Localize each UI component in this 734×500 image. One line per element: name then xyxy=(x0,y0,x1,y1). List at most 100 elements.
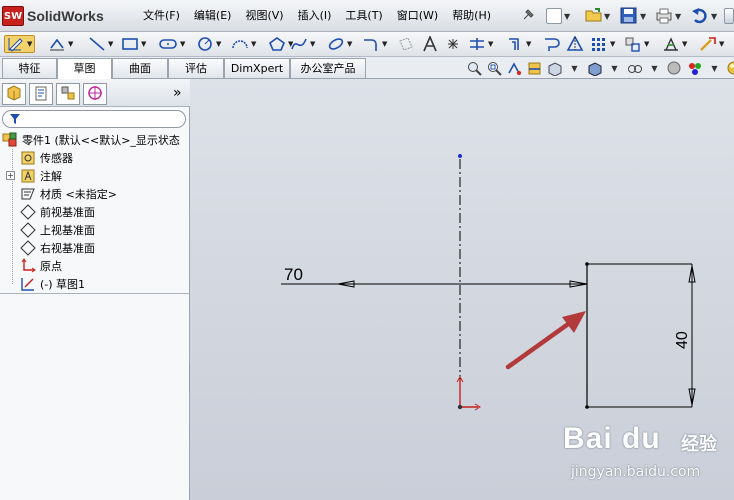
circle-button[interactable]: ▼ xyxy=(196,35,221,53)
mirror-icon xyxy=(566,36,584,52)
arc-button[interactable]: ▼ xyxy=(231,35,256,53)
solidworks-logo-icon: SW xyxy=(2,6,24,26)
menu-window[interactable]: 窗口(W) xyxy=(390,5,445,27)
spline-button[interactable]: ▼ xyxy=(290,35,315,53)
tab-evaluate[interactable]: 评估 xyxy=(168,58,224,78)
material-node[interactable]: 材质 <未指定> xyxy=(0,185,190,203)
new-document-icon[interactable] xyxy=(546,8,562,24)
configuration-manager-tab[interactable] xyxy=(56,83,80,105)
part-node[interactable]: 零件1 (默认<<默认>_显示状态 xyxy=(0,131,190,149)
hide-show-dropdown-icon[interactable]: ▼ xyxy=(646,60,663,77)
point-button[interactable] xyxy=(446,35,460,53)
chevron-down-icon: ▼ xyxy=(488,40,494,48)
menu-insert[interactable]: 插入(I) xyxy=(291,5,339,27)
menu-file[interactable]: 文件(F) xyxy=(136,5,187,27)
expand-toggle[interactable]: + xyxy=(6,171,15,180)
relations-button[interactable]: ▼ xyxy=(662,35,687,53)
trim-button[interactable]: ▼ xyxy=(468,35,493,53)
sketch-drawing: 70 40 xyxy=(281,154,696,411)
apply-scene-icon[interactable] xyxy=(686,60,703,77)
display-style-icon[interactable] xyxy=(586,60,603,77)
feature-filter-input[interactable] xyxy=(2,110,186,128)
ellipse-icon xyxy=(327,36,345,52)
view-orientation-dropdown-icon[interactable]: ▼ xyxy=(566,60,583,77)
print-dropdown-icon[interactable]: ▼ xyxy=(675,12,681,21)
apply-scene-dropdown-icon[interactable]: ▼ xyxy=(706,60,723,77)
right-plane-node[interactable]: 右视基准面 xyxy=(0,239,190,257)
offset-button[interactable]: ▼ xyxy=(506,35,531,53)
tab-dimxpert[interactable]: DimXpert xyxy=(224,58,290,78)
top-plane-node[interactable]: 上视基准面 xyxy=(0,221,190,239)
sketch-text-icon xyxy=(422,36,438,52)
chevron-down-icon: ▼ xyxy=(27,40,33,48)
previous-view-icon[interactable] xyxy=(506,60,523,77)
chevron-down-icon: ▼ xyxy=(216,40,222,48)
sketch-toolbar: ▼ ▼ ▼ ▼ ▼ ▼ ▼ ▼ ▼ ▼ ▼ ▼ ▼ ▼ ▼ ▼ ▼ xyxy=(0,32,734,57)
rebuild-icon[interactable] xyxy=(724,8,734,24)
new-dropdown-icon[interactable]: ▼ xyxy=(564,12,570,21)
quick-snaps-button[interactable]: ▼ xyxy=(699,35,724,53)
graphics-area[interactable]: 70 40 xyxy=(190,79,734,500)
menu-view[interactable]: 视图(V) xyxy=(238,5,290,27)
sketch-vertex[interactable] xyxy=(585,262,589,266)
undo-icon[interactable] xyxy=(691,7,709,27)
fillet-button[interactable]: ▼ xyxy=(362,35,387,53)
save-icon[interactable] xyxy=(620,7,637,27)
feature-manager-tab[interactable] xyxy=(2,83,26,105)
filter-funnel-icon xyxy=(9,113,21,128)
sketch-vertex[interactable] xyxy=(585,405,589,409)
property-manager-tab[interactable] xyxy=(29,83,53,105)
collapse-panel-button[interactable]: » xyxy=(173,85,182,101)
origin-icon xyxy=(20,258,36,274)
annotations-node[interactable]: + 注解 xyxy=(0,167,190,185)
chevron-down-icon: ▼ xyxy=(310,40,316,48)
chevron-down-icon: ▼ xyxy=(180,40,186,48)
tab-features[interactable]: 特征 xyxy=(2,58,57,78)
menu-tools[interactable]: 工具(T) xyxy=(338,5,389,27)
mirror-button[interactable] xyxy=(566,35,584,53)
hide-show-items-icon[interactable] xyxy=(626,60,643,77)
slot-button[interactable]: ▼ xyxy=(158,35,185,53)
linear-pattern-button[interactable]: ▼ xyxy=(590,35,615,53)
open-dropdown-icon[interactable]: ▼ xyxy=(604,12,610,21)
menu-edit[interactable]: 编辑(E) xyxy=(187,5,239,27)
offset-entities-icon xyxy=(506,36,524,52)
convert-entities-button[interactable] xyxy=(543,35,561,53)
open-folder-icon[interactable] xyxy=(585,7,603,26)
app-logo[interactable]: SW SolidWorks xyxy=(2,5,104,27)
right-plane-label: 右视基准面 xyxy=(40,242,95,255)
sketch-node[interactable]: (-) 草图1 xyxy=(0,275,190,293)
dimension-value-vertical[interactable]: 40 xyxy=(674,331,691,349)
edit-appearance-icon[interactable] xyxy=(666,60,683,77)
sketch-button[interactable]: ▼ xyxy=(4,35,36,53)
zoom-to-area-icon[interactable] xyxy=(486,60,503,77)
menu-help[interactable]: 帮助(H) xyxy=(445,5,498,27)
dimension-value-horizontal[interactable]: 70 xyxy=(284,265,303,284)
rectangle-button[interactable]: ▼ xyxy=(121,35,146,53)
origin-node[interactable]: 原点 xyxy=(0,257,190,275)
view-settings-icon[interactable] xyxy=(726,60,734,77)
plane-button[interactable] xyxy=(398,35,414,53)
smart-dimension-button[interactable]: ▼ xyxy=(48,35,73,53)
centerline-endpoint[interactable] xyxy=(458,154,462,158)
app-title: SolidWorks xyxy=(27,8,104,24)
text-button[interactable] xyxy=(422,35,438,53)
zoom-to-fit-icon[interactable] xyxy=(466,60,483,77)
undo-dropdown-icon[interactable]: ▼ xyxy=(711,12,717,21)
tab-surfaces[interactable]: 曲面 xyxy=(112,58,168,78)
sensors-node[interactable]: 传感器 xyxy=(0,149,190,167)
display-style-dropdown-icon[interactable]: ▼ xyxy=(606,60,623,77)
tab-sketch[interactable]: 草图 xyxy=(57,58,112,79)
save-dropdown-icon[interactable]: ▼ xyxy=(640,12,646,21)
print-icon[interactable] xyxy=(655,7,673,27)
view-orientation-icon[interactable] xyxy=(546,60,563,77)
line-button[interactable]: ▼ xyxy=(88,35,113,53)
move-entities-button[interactable]: ▼ xyxy=(624,35,649,53)
ellipse-button[interactable]: ▼ xyxy=(327,35,352,53)
front-plane-node[interactable]: 前视基准面 xyxy=(0,203,190,221)
move-entities-icon xyxy=(624,36,642,52)
pushpin-icon[interactable] xyxy=(521,8,535,25)
tab-office-products[interactable]: 办公室产品 xyxy=(290,58,366,78)
dimxpert-manager-tab[interactable] xyxy=(83,83,107,105)
section-view-icon[interactable] xyxy=(526,60,543,77)
